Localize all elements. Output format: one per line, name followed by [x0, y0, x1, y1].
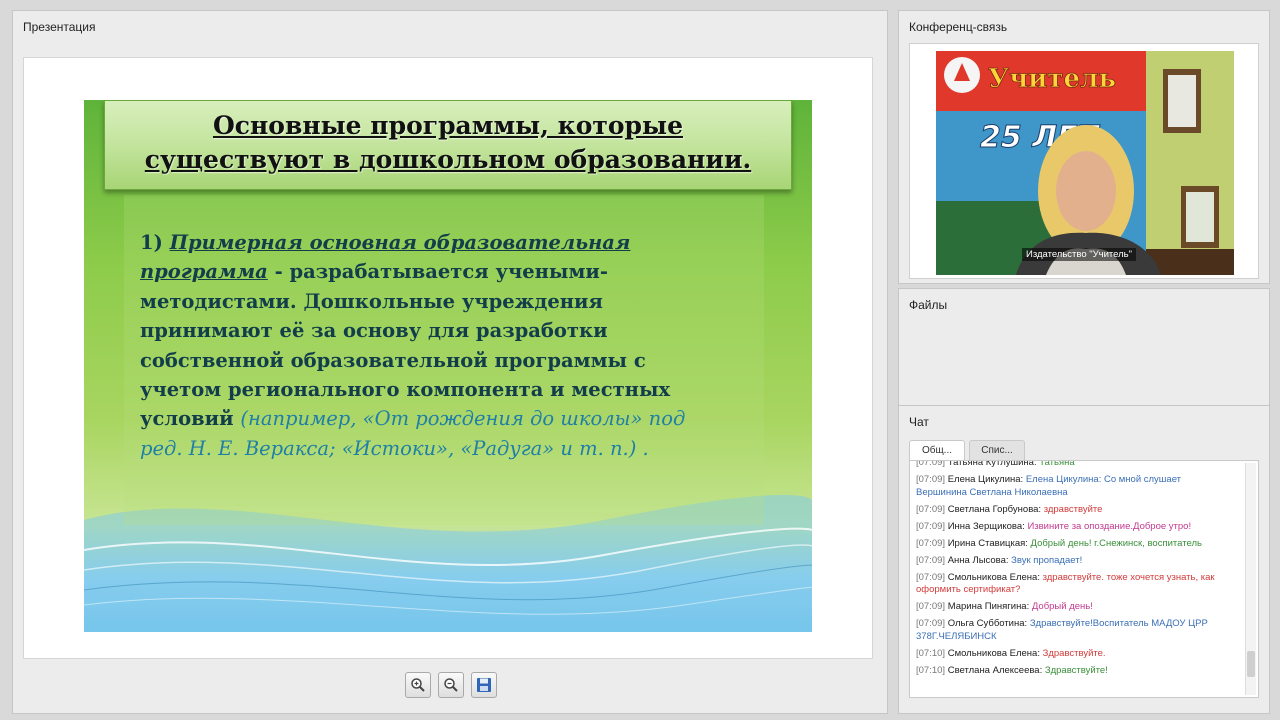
chat-message-author: Светлана Алексеева:	[947, 664, 1045, 676]
chat-panel: Чат Общ... Спис... [07:09] Татьяна Кутлу…	[898, 406, 1270, 714]
chat-log[interactable]: [07:09] Татьяна Кутлушина: Татьяна [07:09…	[909, 460, 1259, 698]
chat-message-author: Смольникова Елена:	[947, 647, 1043, 659]
chat-message-time: [07:10]	[916, 647, 948, 659]
chat-message: [07:09] Татьяна Кутлушина: Татьяна	[916, 460, 1241, 470]
chat-message-text-continued: оформить сертификат?	[916, 584, 1021, 595]
slide: Основные программы, которые существуют в …	[84, 100, 812, 632]
save-button[interactable]	[471, 672, 497, 698]
chat-message-text: здравствуйте. тоже хочется узнать, как	[1042, 571, 1215, 583]
example-line1: (например, «От рождения до школы» под	[240, 407, 686, 431]
banner-text: Учитель	[988, 64, 1116, 94]
body-line3: принимают её за основу для разработки	[140, 319, 608, 343]
chat-scrollbar-thumb[interactable]	[1247, 651, 1255, 677]
body-line5: учетом регионального компонента и местны…	[140, 378, 671, 402]
tab-participants[interactable]: Спис...	[969, 440, 1025, 460]
chat-message-text: Татьяна	[1039, 460, 1075, 468]
chat-message: [07:09] Марина Пинягина: Добрый день!	[916, 601, 1241, 614]
video-scene-image: Учитель 25 ЛЕТ	[936, 51, 1234, 275]
chat-message-text: Здравствуйте!	[1044, 664, 1108, 676]
chat-message-author: Смольникова Елена:	[947, 571, 1043, 583]
chat-message-time: [07:09]	[916, 571, 948, 583]
example-line2: ред. Н. Е. Веракса; «Истоки», «Радуга» и…	[140, 436, 649, 460]
body-line6: условий	[140, 407, 234, 431]
slide-title-line1: Основные программы, которые	[212, 111, 683, 140]
chat-message-text: Извините за опоздание.Доброе утро!	[1027, 520, 1192, 532]
chat-message-author: Инна Зерщикова:	[947, 520, 1028, 532]
chat-message-text: Здравствуйте!Воспитатель МАДОУ ЦРР	[1029, 618, 1208, 629]
chat-message-author: Ирина Ставицкая:	[947, 537, 1031, 549]
chat-message-time: [07:09]	[916, 618, 948, 629]
slide-title: Основные программы, которые существуют в …	[105, 109, 791, 177]
tab-general[interactable]: Общ...	[909, 440, 965, 460]
slide-viewport[interactable]: Основные программы, которые существуют в …	[23, 57, 873, 659]
chat-message-text: Добрый день!	[1031, 601, 1093, 612]
slide-title-box: Основные программы, которые существуют в …	[104, 100, 792, 190]
program-name-line1: Примерная основная образовательная	[169, 231, 631, 254]
chat-message-author: Анна Лысова:	[947, 554, 1012, 566]
chat-message-text: Добрый день! г.Снежинск, воспитатель	[1030, 537, 1202, 549]
slide-body-row7: условий (например, «От рождения до школы…	[140, 404, 760, 433]
chat-message: [07:09] Ольга Субботина: Здравствуйте!Во…	[916, 618, 1241, 643]
presentation-panel: Презентация Основные программы, которые с…	[12, 10, 888, 714]
slide-body-text: 1) Примерная основная образовательная пр…	[140, 228, 760, 463]
chat-message: [07:09] Смольникова Елена: здравствуйте.…	[916, 572, 1241, 597]
body-line2: методистами. Дошкольные учреждения	[140, 289, 603, 313]
files-list[interactable]	[909, 317, 1259, 401]
chat-message-text: Елена Цикулина: Со мной слушает	[1025, 474, 1182, 485]
zoom-out-icon	[444, 678, 458, 692]
presentation-panel-title: Презентация	[23, 20, 96, 34]
body-line4: собственной образовательной программы с	[140, 348, 646, 372]
chat-message-time: [07:09]	[916, 554, 948, 566]
chat-message-time: [07:09]	[916, 520, 948, 532]
video-caption: Издательство "Учитель"	[1022, 248, 1137, 261]
chat-message: [07:10] Светлана Алексеева: Здравствуйте…	[916, 665, 1241, 678]
chat-message-author: Ольга Субботина:	[947, 618, 1030, 629]
video-feed[interactable]: Учитель 25 ЛЕТ Издательство "Учитель"	[936, 51, 1234, 275]
chat-message-time: [07:09]	[916, 601, 948, 612]
chat-message: [07:09] Елена Цикулина: Елена Цикулина: …	[916, 474, 1241, 499]
chat-message-author: Татьяна Кутлушина:	[947, 460, 1040, 468]
chat-message: [07:10] Смольникова Елена: Здравствуйте.	[916, 648, 1241, 661]
item-number: 1)	[140, 231, 163, 254]
chat-message-text-continued: 378Г.ЧЕЛЯБИНСК	[916, 630, 997, 642]
slide-body-row2: программа - разрабатывается учеными-	[140, 257, 760, 286]
chat-message-text: Звук пропадает!	[1011, 554, 1083, 566]
conference-panel: Конференц-связь Учитель 25 ЛЕТ Издательс…	[898, 10, 1270, 284]
chat-message-time: [07:09]	[916, 474, 948, 485]
video-frame: Учитель 25 ЛЕТ Издательство "Учитель"	[909, 43, 1259, 279]
zoom-out-button[interactable]	[438, 672, 464, 698]
zoom-in-icon	[411, 678, 425, 692]
chat-scrollbar[interactable]	[1245, 463, 1256, 695]
chat-message-time: [07:09]	[916, 460, 948, 468]
program-name-line2: программа	[140, 260, 268, 284]
chat-message-text-continued: Вершинина Светлана Николаевна	[916, 486, 1068, 498]
chat-message-time: [07:09]	[916, 503, 948, 515]
zoom-in-button[interactable]	[405, 672, 431, 698]
chat-message-text: Здравствуйте.	[1042, 647, 1106, 659]
chat-message: [07:09] Анна Лысова: Звук пропадает!	[916, 555, 1241, 568]
chat-message-text: здравствуйте	[1043, 503, 1103, 515]
chat-message-author: Светлана Горбунова:	[947, 503, 1044, 515]
body-line1: - разрабатывается учеными-	[274, 260, 608, 284]
chat-message-author: Марина Пинягина:	[947, 601, 1032, 612]
save-icon	[477, 678, 491, 692]
files-panel-title: Файлы	[909, 298, 948, 312]
chat-message: [07:09] Ирина Ставицкая: Добрый день! г.…	[916, 538, 1241, 551]
chat-panel-title: Чат	[909, 415, 929, 429]
chat-message: [07:09] Инна Зерщикова: Извините за опоз…	[916, 521, 1241, 534]
chat-message-author: Елена Цикулина:	[947, 474, 1026, 485]
chat-message-time: [07:09]	[916, 537, 948, 549]
files-panel: Файлы	[898, 288, 1270, 406]
chat-message-time: [07:10]	[916, 664, 948, 676]
slide-title-line2: существуют в дошкольном образовании.	[144, 145, 752, 174]
slide-body-row1: 1) Примерная основная образовательная	[140, 228, 760, 257]
conference-panel-title: Конференц-связь	[909, 20, 1008, 34]
chat-message: [07:09] Светлана Горбунова: здравствуйте	[916, 504, 1241, 517]
